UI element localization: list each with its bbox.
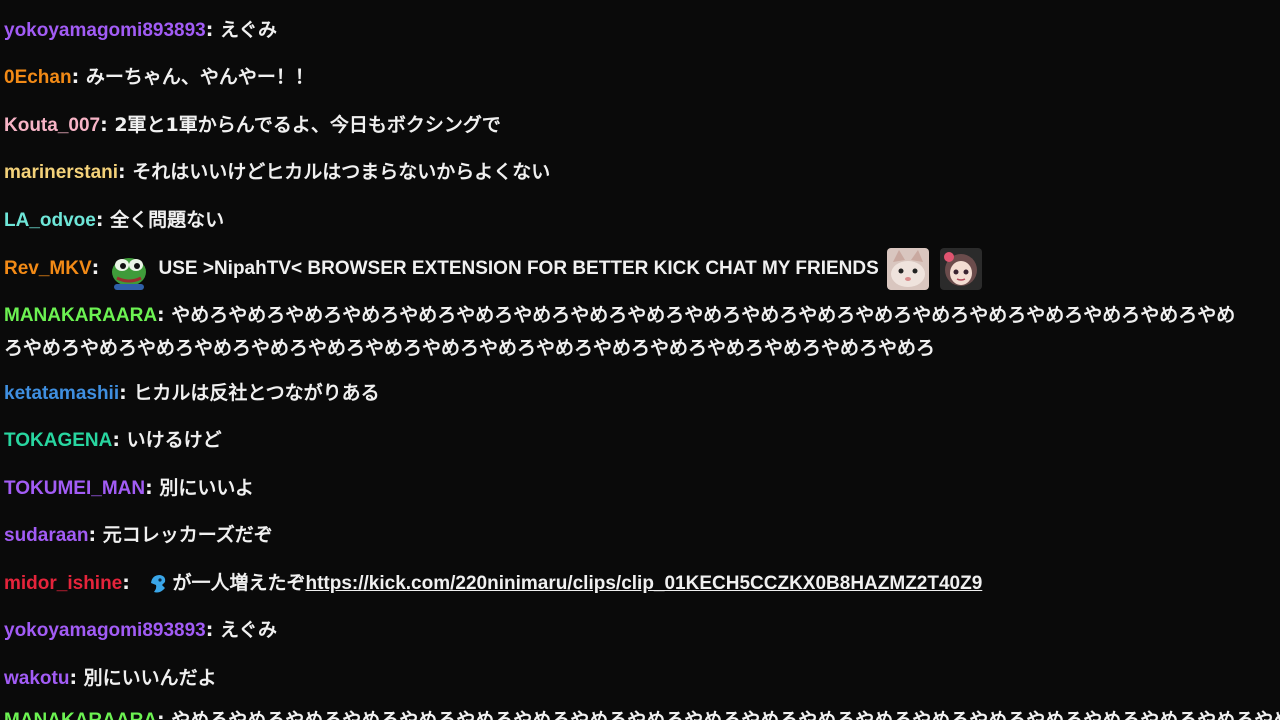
chat-message: marinerstani: それはいいけどヒカルはつまらないからよくない xyxy=(4,156,1240,189)
chat-message: 0Echan: みーちゃん、やんやー！！ xyxy=(4,61,1240,94)
chat-message: yokoyamagomi893893: えぐみ xyxy=(4,14,1240,47)
chat-username[interactable]: sudaraan xyxy=(4,525,88,546)
chat-text: えぐみ xyxy=(219,619,277,641)
chat-text: 2軍と1軍からんでるよ、今日もボクシングで xyxy=(114,114,501,136)
chat-text: 全く問題ない xyxy=(110,209,225,231)
pepe-emote-icon xyxy=(111,257,146,290)
chat-message: midor_ishine: が一人増えたぞhttps://kick.com/22… xyxy=(4,567,1240,600)
chat-message: sudaraan: 元コレッカーズだぞ xyxy=(4,519,1240,552)
chat-colon: : xyxy=(122,572,137,594)
chat-text: 別にいいよ xyxy=(159,477,254,499)
chat-username[interactable]: Rev_MKV xyxy=(4,258,92,279)
chat-text: それはいいけどヒカルはつまらないからよくない xyxy=(132,161,551,183)
chat-text: やめろやめろやめろやめろやめろやめろやめろやめろやめろやめろやめろやめろやめろや… xyxy=(4,304,1236,359)
chat-colon: : xyxy=(119,382,134,404)
chat-message: TOKAGENA: いけるけど xyxy=(4,424,1240,457)
chat-message: ketatamashii: ヒカルは反社とつながりある xyxy=(4,377,1240,410)
chat-username[interactable]: 0Echan xyxy=(4,67,72,88)
chat-colon: : xyxy=(205,619,220,641)
cat-emote-icon xyxy=(887,247,930,290)
chat-log: yokoyamagomi893893: えぐみ 0Echan: みーちゃん、やん… xyxy=(0,0,1280,720)
chat-colon: : xyxy=(91,257,106,279)
chat-colon: : xyxy=(88,524,103,546)
chat-message: Kouta_007: 2軍と1軍からんでるよ、今日もボクシングで xyxy=(4,109,1240,142)
chat-username[interactable]: LA_odvoe xyxy=(4,210,96,231)
chat-username[interactable]: yokoyamagomi893893 xyxy=(4,20,206,41)
chat-username[interactable]: TOKAGENA xyxy=(4,430,112,451)
chat-username[interactable]: yokoyamagomi893893 xyxy=(4,620,206,641)
chat-message: TOKUMEI_MAN: 別にいいよ xyxy=(4,472,1240,505)
chat-text: 別にいいんだよ xyxy=(83,667,217,689)
chat-text: USE >NipahTV< BROWSER EXTENSION FOR BETT… xyxy=(158,258,879,279)
chat-text: 元コレッカーズだぞ xyxy=(102,524,273,546)
chat-username[interactable]: TOKUMEI_MAN xyxy=(4,478,145,499)
chat-colon: : xyxy=(157,304,172,326)
blue-emote-icon xyxy=(151,574,166,592)
chat-username[interactable]: marinerstani xyxy=(4,162,118,183)
chat-text: やめろやめろやめろやめろやめろやめろやめろやめろやめろやめろやめろやめろやめろや… xyxy=(171,709,1280,720)
chat-text: いけるけど xyxy=(126,429,222,451)
chat-username[interactable]: MANAKARAARA xyxy=(4,305,157,326)
chat-link[interactable]: https://kick.com/220ninimaru/clips/clip_… xyxy=(305,573,982,594)
chat-text: えぐみ xyxy=(219,19,277,41)
chat-message: yokoyamagomi893893: えぐみ xyxy=(4,614,1240,647)
chat-text: ヒカルは反社とつながりある xyxy=(133,382,380,404)
chat-message: wakotu: 別にいいんだよ xyxy=(4,662,1240,695)
chat-message: MANAKARAARA: やめろやめろやめろやめろやめろやめろやめろやめろやめろ… xyxy=(4,299,1240,364)
chat-username[interactable]: MANAKARAARA xyxy=(4,710,157,720)
chat-username[interactable]: Kouta_007 xyxy=(4,115,100,136)
chat-colon: : xyxy=(100,114,115,136)
chat-colon: : xyxy=(112,429,127,451)
chat-colon: : xyxy=(145,477,160,499)
chat-colon: : xyxy=(118,161,133,183)
chat-text: が一人増えたぞ xyxy=(172,572,306,594)
chat-colon: : xyxy=(71,66,86,88)
chat-username[interactable]: midor_ishine xyxy=(4,573,122,594)
chat-message: MANAKARAARA: やめろやめろやめろやめろやめろやめろやめろやめろやめろ… xyxy=(4,704,1280,720)
chat-message: LA_odvoe: 全く問題ない xyxy=(4,204,1240,237)
chat-username[interactable]: ketatamashii xyxy=(4,383,119,404)
chat-colon: : xyxy=(205,19,220,41)
chat-colon: : xyxy=(95,209,111,231)
chat-colon: : xyxy=(157,709,172,720)
chat-text: みーちゃん、やんやー！！ xyxy=(85,66,314,88)
chat-username[interactable]: wakotu xyxy=(4,668,69,689)
chat-colon: : xyxy=(69,667,84,689)
anime-girl-emote-icon xyxy=(940,247,983,290)
chat-message: Rev_MKV: USE >NipahTV< BROWSER EXTENSION… xyxy=(4,247,1240,290)
